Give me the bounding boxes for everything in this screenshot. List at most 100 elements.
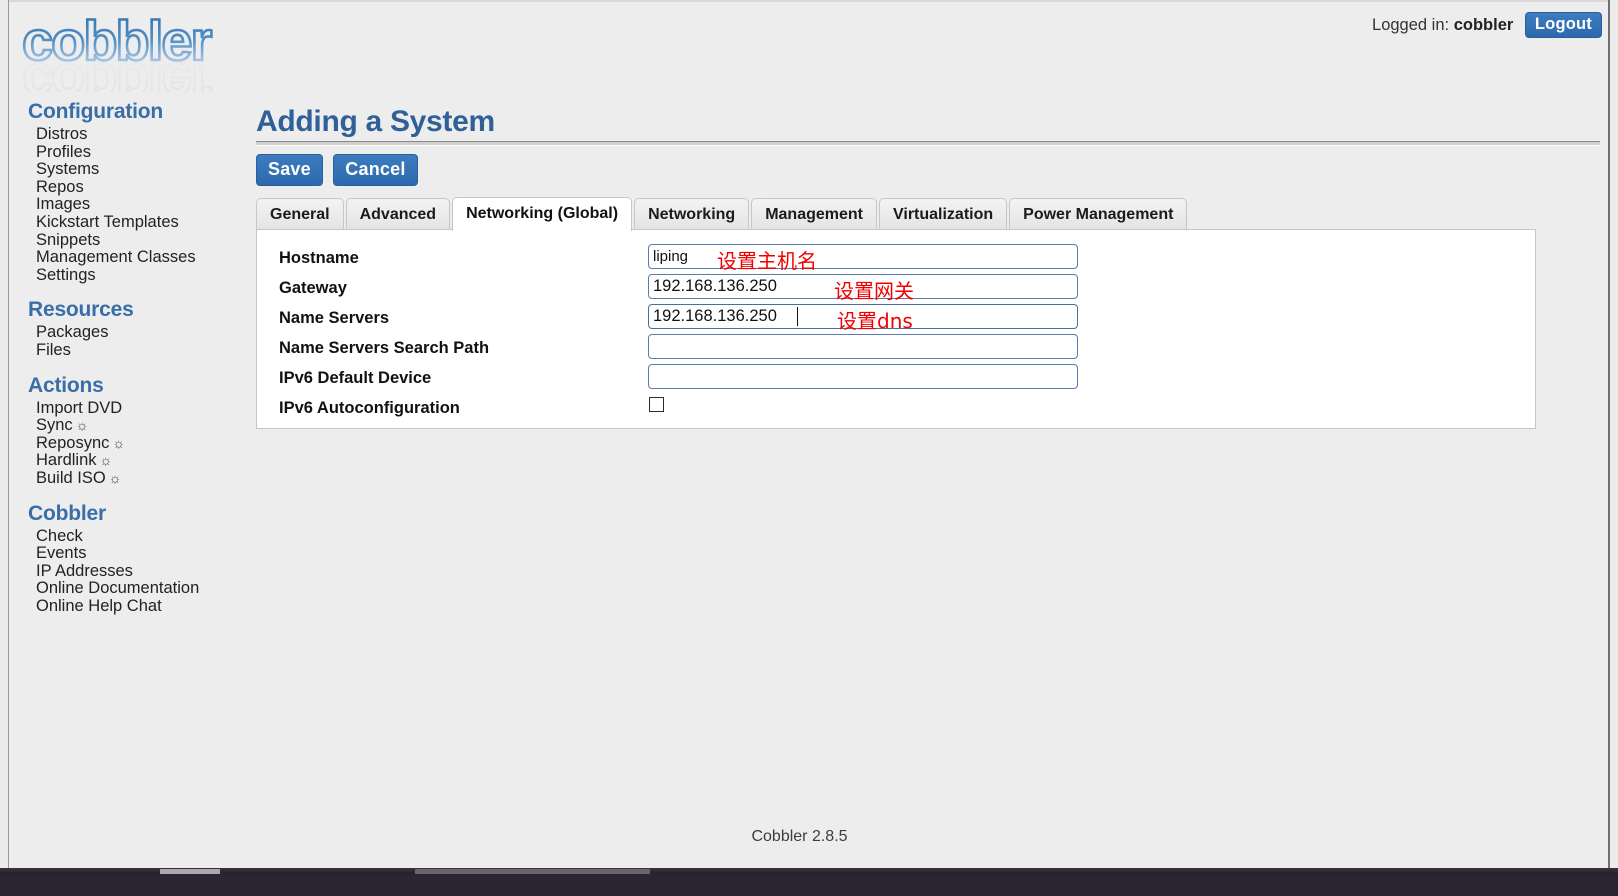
sidebar-item-label: Packages	[36, 323, 109, 342]
sidebar-item-label: Online Help Chat	[36, 596, 162, 615]
main-content: Adding a System Save Cancel General Adva…	[256, 104, 1606, 430]
sidebar-section-resources: Resources Packages Files	[18, 298, 233, 359]
sidebar-item-label: Build ISO	[36, 468, 106, 487]
label-gateway: Gateway	[279, 279, 347, 297]
sidebar-list-cobbler: Check Events IP Addresses Online Documen…	[18, 526, 233, 616]
sidebar-heading-resources: Resources	[28, 298, 134, 322]
tab-bar: General Advanced Networking (Global) Net…	[256, 197, 1606, 231]
logout-button[interactable]: Logout	[1524, 12, 1602, 38]
sidebar-heading-cobbler: Cobbler	[28, 501, 106, 525]
sidebar-list-resources: Packages Files	[18, 324, 233, 359]
sun-icon: ☼	[112, 434, 126, 451]
sidebar-item-events[interactable]: Events	[18, 544, 233, 563]
sun-icon: ☼	[108, 469, 122, 486]
page-title: Adding a System	[256, 105, 495, 138]
sidebar-item-packages[interactable]: Packages	[18, 324, 233, 342]
form-row-name-servers-search-path: Name Servers Search Path	[257, 334, 1535, 364]
label-ipv6-default-device: IPv6 Default Device	[279, 369, 432, 387]
sidebar-item-label: Hardlink	[36, 451, 97, 470]
sidebar-item-hardlink[interactable]: Hardlink ☼	[18, 452, 233, 470]
footer-version-label: Cobbler 2.8.5	[751, 828, 848, 845]
logged-in-label: Logged in:	[1372, 16, 1450, 34]
sun-icon: ☼	[75, 417, 89, 434]
sidebar-item-reposync[interactable]: Reposync ☼	[18, 433, 233, 453]
cobbler-logo[interactable]: cobbler cobbler	[22, 10, 252, 92]
hostname-input[interactable]	[648, 244, 1078, 269]
sidebar-item-import-dvd[interactable]: Import DVD	[18, 398, 233, 418]
name-servers-search-path-input[interactable]	[648, 334, 1078, 359]
tab-power-management[interactable]: Power Management	[1009, 198, 1188, 231]
page-footer: Cobbler 2.8.5	[0, 828, 1599, 846]
sidebar-item-profiles[interactable]: Profiles	[18, 142, 233, 162]
sidebar-section-configuration: Configuration Distros Profiles Systems R…	[18, 100, 233, 284]
window-top-edge	[8, 0, 1609, 2]
sidebar-list-actions: Import DVD Sync ☼ Reposync ☼ Hardlink ☼ Bui…	[18, 398, 233, 488]
sun-icon: ☼	[99, 452, 113, 469]
form-row-ipv6-autoconfiguration: IPv6 Autoconfiguration	[257, 394, 1535, 424]
tab-networking-global[interactable]: Networking (Global)	[452, 197, 633, 231]
form-row-hostname: Hostname 设置主机名	[257, 244, 1535, 274]
sidebar-item-repos[interactable]: Repos	[18, 178, 233, 197]
sidebar-item-build-iso[interactable]: Build ISO ☼	[18, 468, 233, 488]
taskbar-item[interactable]	[415, 869, 650, 874]
sidebar-item-label: Import DVD	[36, 398, 123, 417]
sidebar-item-label: Management Classes	[36, 248, 196, 267]
name-servers-input[interactable]	[648, 304, 1078, 329]
sidebar-section-actions: Actions Import DVD Sync ☼ Reposync ☼ Hardl…	[18, 374, 233, 488]
sidebar-item-label: Systems	[36, 160, 100, 179]
cancel-button[interactable]: Cancel	[333, 154, 418, 186]
ipv6-default-device-input[interactable]	[648, 364, 1078, 389]
sidebar-navigation: Configuration Distros Profiles Systems R…	[18, 100, 233, 615]
form-row-name-servers: Name Servers 设置dns	[257, 304, 1535, 334]
ipv6-autoconfiguration-checkbox[interactable]	[649, 397, 664, 412]
sidebar-item-label: Profiles	[36, 142, 92, 161]
sidebar-heading-actions: Actions	[28, 373, 104, 397]
window-right-edge	[1608, 0, 1610, 868]
label-hostname: Hostname	[279, 249, 359, 267]
label-name-servers-search-path: Name Servers Search Path	[279, 339, 490, 357]
sidebar-item-label: Online Documentation	[36, 579, 200, 598]
action-button-row: Save Cancel	[256, 154, 1606, 186]
sidebar-item-label: IP Addresses	[36, 561, 133, 580]
sidebar-item-check[interactable]: Check	[18, 526, 233, 546]
sidebar-item-settings[interactable]: Settings	[18, 265, 233, 285]
sidebar-item-images[interactable]: Images	[18, 196, 233, 214]
label-name-servers: Name Servers	[279, 309, 390, 327]
sidebar-item-kickstart-templates[interactable]: Kickstart Templates	[18, 212, 233, 232]
sidebar-item-label: Events	[36, 544, 87, 563]
logged-in-username: cobbler	[1453, 16, 1514, 34]
sidebar-section-cobbler: Cobbler Check Events IP Addresses Online…	[18, 502, 233, 616]
login-status-bar: Logged in: cobbler Logout	[1372, 12, 1602, 38]
save-button[interactable]: Save	[256, 154, 323, 186]
sidebar-item-label: Reposync	[36, 433, 110, 452]
gateway-input[interactable]	[648, 274, 1078, 299]
sidebar-item-systems[interactable]: Systems	[18, 160, 233, 179]
sidebar-list-configuration: Distros Profiles Systems Repos Images Ki…	[18, 125, 233, 285]
svg-text:cobbler: cobbler	[22, 52, 211, 92]
tab-virtualization[interactable]: Virtualization	[878, 198, 1008, 231]
sidebar-item-distros[interactable]: Distros	[18, 125, 233, 144]
sidebar-item-label: Kickstart Templates	[36, 212, 179, 231]
form-row-gateway: Gateway 设置网关	[257, 274, 1535, 304]
tab-general[interactable]: General	[256, 198, 344, 231]
tab-management[interactable]: Management	[751, 198, 877, 231]
sidebar-item-label: Distros	[36, 125, 88, 143]
sidebar-item-label: Sync	[36, 416, 73, 435]
label-ipv6-autoconfiguration: IPv6 Autoconfiguration	[279, 399, 460, 417]
os-taskbar[interactable]	[0, 868, 1618, 896]
sidebar-item-sync[interactable]: Sync ☼	[18, 416, 233, 435]
sidebar-item-online-help-chat[interactable]: Online Help Chat	[18, 596, 233, 616]
sidebar-item-ip-addresses[interactable]: IP Addresses	[18, 561, 233, 581]
sidebar-heading-configuration: Configuration	[28, 100, 164, 123]
text-cursor	[797, 307, 798, 326]
taskbar-item[interactable]	[160, 869, 220, 874]
sidebar-item-label: Settings	[36, 265, 96, 284]
sidebar-item-label: Check	[36, 526, 83, 545]
sidebar-item-files[interactable]: Files	[18, 341, 233, 360]
sidebar-item-online-documentation[interactable]: Online Documentation	[18, 579, 233, 598]
tab-advanced[interactable]: Advanced	[345, 198, 451, 231]
sidebar-item-management-classes[interactable]: Management Classes	[18, 248, 233, 267]
tab-networking[interactable]: Networking	[634, 198, 750, 231]
window-left-edge	[8, 0, 9, 868]
sidebar-item-snippets[interactable]: Snippets	[18, 231, 233, 250]
